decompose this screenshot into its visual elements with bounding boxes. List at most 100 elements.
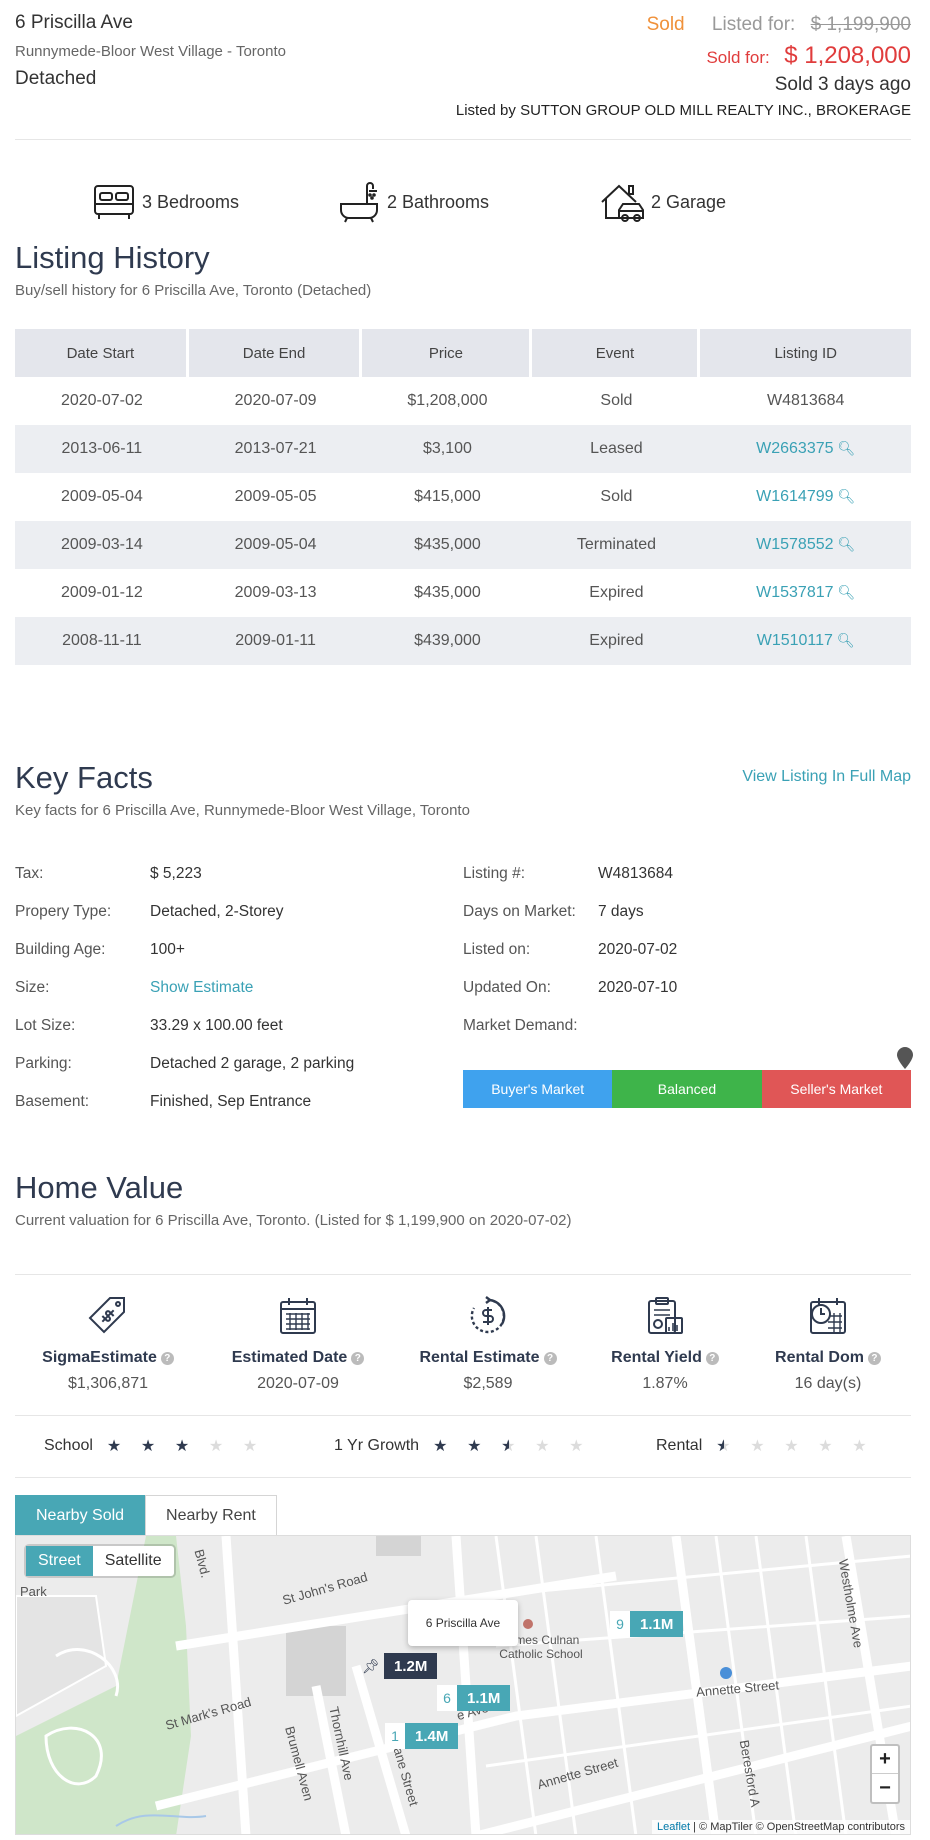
col-header: Date End [188, 329, 363, 377]
card-value: $1,306,871 [67, 1375, 149, 1392]
listing-history-section: Listing History Buy/sell history for 6 P… [15, 240, 911, 665]
cell-listing-id: W1537817 🔍︎ [700, 569, 911, 617]
school-rating: School ★ ★ ★ ★ ★ [44, 1436, 277, 1456]
help-icon[interactable]: ? [543, 1352, 557, 1365]
search-icon[interactable]: 🔍︎ [837, 632, 855, 648]
zoom-control: + − [870, 1744, 900, 1804]
key-facts-section: Key Facts Key facts for 6 Priscilla Ave,… [15, 760, 913, 1120]
search-icon[interactable]: 🔍︎ [838, 440, 856, 456]
view-full-map-link[interactable]: View Listing In Full Map [742, 768, 911, 786]
fact-row: Updated On: 2020-07-10 [463, 979, 677, 1017]
star-icon: ★ [818, 1438, 833, 1455]
cell-start: 2009-05-04 [60, 488, 143, 505]
attribution-text: | © MapTiler © OpenStreetMap contributor… [690, 1821, 905, 1833]
table-row: 2008-11-11 2009-01-11 $439,000 Expired W… [15, 617, 911, 665]
help-icon[interactable]: ? [351, 1352, 365, 1365]
fact-row: Basement: Finished, Sep Entrance [15, 1093, 354, 1131]
key-facts-right: Listing #: W4813684 Days on Market: 7 days… [463, 865, 677, 1055]
star-icon: ★ ★ [501, 1438, 516, 1455]
col-header: Event [532, 329, 701, 377]
fact-label: Market Demand: [463, 1017, 578, 1034]
bedrooms-label: 3 Bedrooms [142, 191, 240, 212]
col-header: Date Start [15, 329, 189, 377]
zoom-out-button[interactable]: − [872, 1774, 898, 1802]
map-tabs: Nearby Sold Nearby Rent [15, 1495, 277, 1535]
section-subtitle: Buy/sell history for 6 Priscilla Ave, To… [15, 282, 372, 299]
cell-listing-id: W1510117 🔍︎ [700, 617, 911, 665]
fact-label: Building Age: [15, 941, 106, 958]
cell-event: Expired [532, 617, 701, 665]
star-icon: ★ [750, 1438, 765, 1455]
cell-end: 2009-05-05 [234, 488, 317, 505]
map-marker[interactable]: 1.2M [384, 1653, 438, 1679]
price-tag-icon [88, 1297, 125, 1334]
estimated-date-card: Estimated Date? 2020-07-09 [213, 1293, 383, 1393]
fact-row: Lot Size: 33.29 x 100.00 feet [15, 1017, 354, 1055]
garage-label: 2 Garage [651, 191, 727, 212]
star-icon: ★ [535, 1438, 550, 1455]
table-row: 2009-03-14 2009-05-04 $435,000 Terminate… [15, 521, 911, 569]
card-label: Rental Dom [775, 1349, 864, 1366]
help-icon[interactable]: ? [867, 1352, 881, 1365]
fact-value: W4813684 [598, 865, 673, 882]
star-icon: ★ [242, 1438, 258, 1455]
help-icon[interactable]: ? [160, 1352, 174, 1365]
satellite-layer-button[interactable]: Satellite [93, 1546, 174, 1576]
star-rating: ★ ★ ★ ★ ★ [107, 1436, 277, 1456]
ratings-row: School ★ ★ ★ ★ ★ 1 Yr Growth ★ ★ ★ ★ ★ ★ Rental ★… [15, 1416, 911, 1478]
help-icon[interactable]: ? [705, 1352, 719, 1365]
fact-label: Lot Size: [15, 1017, 76, 1034]
search-icon[interactable]: 🔍︎ [838, 536, 856, 552]
growth-rating: 1 Yr Growth ★ ★ ★ ★ ★ ★ [334, 1436, 603, 1456]
map-marker[interactable]: 1.4M [405, 1723, 459, 1749]
leaflet-link[interactable]: Leaflet [657, 1821, 690, 1833]
listing-id-link[interactable]: W1578552 🔍︎ [756, 536, 855, 553]
star-icon: ★ [174, 1438, 190, 1455]
map-marker[interactable]: 1.1M [630, 1611, 684, 1637]
cell-start: 2009-01-12 [60, 584, 143, 601]
listing-id-text: W1510117 [756, 632, 833, 649]
dollar-refresh-icon [470, 1296, 506, 1334]
listing-id-text: W1614799 [756, 488, 834, 505]
fact-label: Listing #: [463, 865, 526, 882]
tab-nearby-sold[interactable]: Nearby Sold [15, 1495, 146, 1535]
fact-row: Listing #: W4813684 [463, 865, 677, 903]
star-icon: ★ [140, 1438, 156, 1455]
fact-value: 100+ [150, 941, 185, 958]
listing-id-link[interactable]: W2663375 🔍︎ [756, 440, 855, 457]
bathtub-icon [340, 182, 378, 223]
cell-event: Sold [600, 488, 633, 505]
listing-id-link[interactable]: W1537817 🔍︎ [756, 584, 855, 601]
search-icon[interactable]: 🔍︎ [838, 488, 856, 504]
cell-price: $435,000 [414, 584, 481, 601]
street-layer-button[interactable]: Street [26, 1546, 93, 1576]
map-attribution: Leaflet | © MapTiler © OpenStreetMap con… [652, 1820, 910, 1834]
page-wrapper: 6 Priscilla Ave Runnymede-Bloor West Vil… [15, 0, 911, 665]
star-rating: ★ ★ ★ ★ ★ ★ [433, 1436, 603, 1456]
cell-start: 2008-11-11 [15, 617, 189, 665]
pin-icon: 📌︎ [362, 1657, 380, 1674]
search-icon[interactable]: 🔍︎ [838, 584, 856, 600]
listing-id-link[interactable]: W1510117 🔍︎ [757, 632, 855, 649]
listed-for-label: Listed for: [711, 14, 796, 35]
table-row: 2013-06-11 2013-07-21 $3,100 Leased W266… [15, 425, 911, 473]
marker-number: 1 [385, 1723, 405, 1749]
cell-price: $439,000 [362, 617, 533, 665]
balanced-market-segment: Balanced [612, 1070, 762, 1108]
rental-yield-card: Rental Yield? 1.87% [580, 1293, 750, 1393]
nearby-map[interactable]: Blvd. Park St John's Road St Mark's Road… [15, 1535, 911, 1835]
neighbourhood-label: Runnymede-Bloor West Village - Toronto [15, 43, 286, 60]
fact-label: Days on Market: [463, 903, 576, 920]
sellers-market-segment: Seller's Market [761, 1070, 911, 1108]
show-estimate-link[interactable]: Show Estimate [150, 979, 253, 1017]
bed-icon [94, 185, 134, 219]
listing-id-link[interactable]: W1614799 🔍︎ [756, 488, 855, 505]
tab-nearby-rent[interactable]: Nearby Rent [145, 1495, 277, 1535]
cell-end: 2009-03-13 [234, 584, 317, 601]
col-header: Listing ID [700, 329, 911, 377]
map-marker[interactable]: 1.1M [457, 1685, 511, 1711]
fact-label: Updated On: [463, 979, 551, 996]
star-icon: ★ [784, 1438, 799, 1455]
card-value: 16 day(s) [794, 1375, 862, 1392]
zoom-in-button[interactable]: + [872, 1746, 898, 1774]
